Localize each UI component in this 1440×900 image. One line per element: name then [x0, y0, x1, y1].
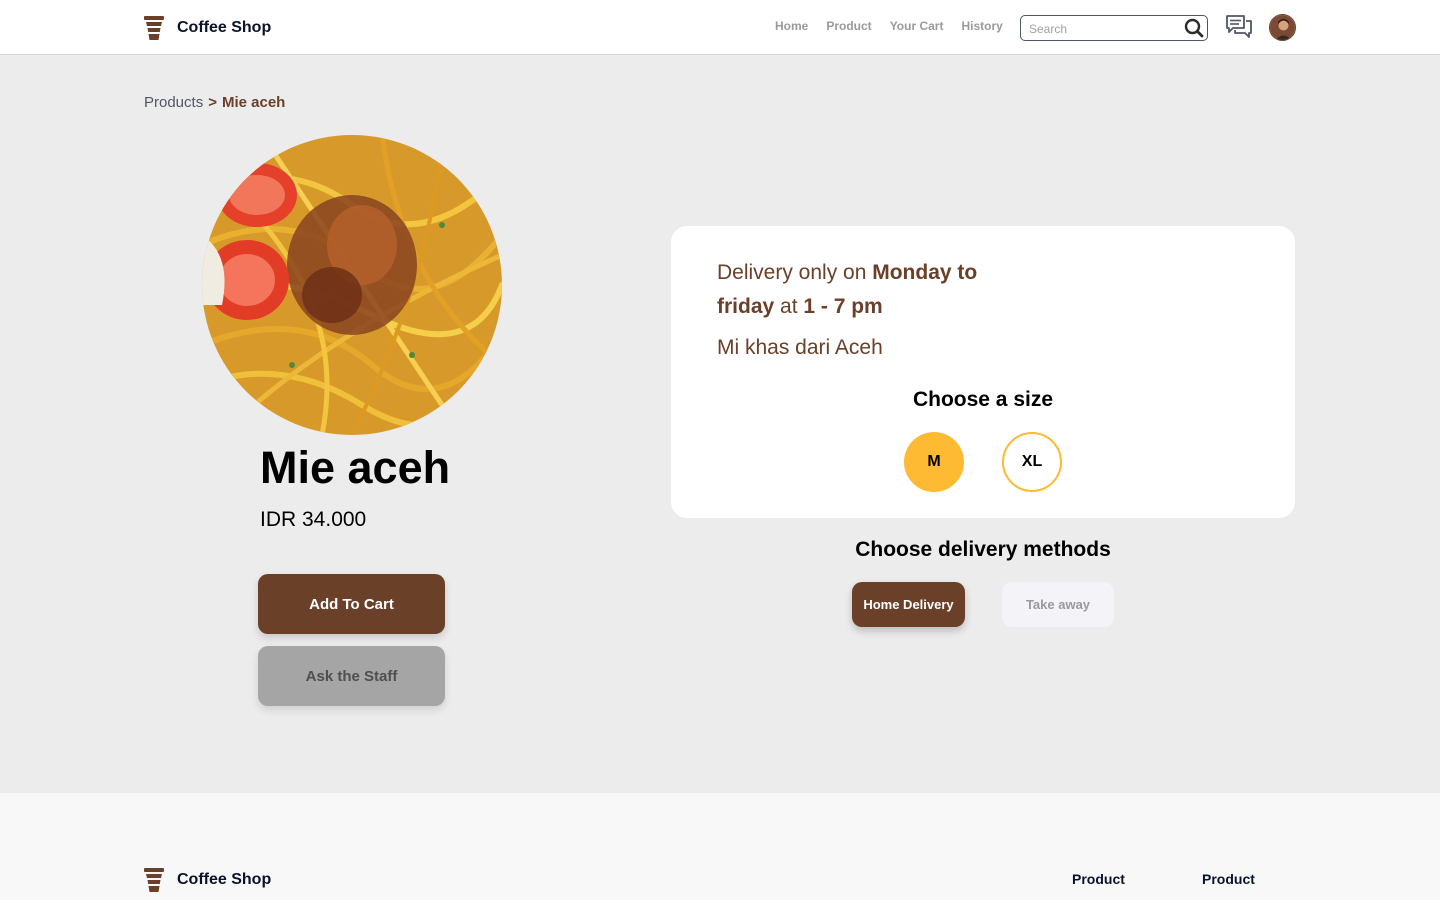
product-description: Mi khas dari Aceh — [717, 336, 883, 359]
coffee-cup-logo-icon — [144, 868, 164, 892]
nav-history[interactable]: History — [961, 19, 1002, 33]
breadcrumb-separator: > — [208, 94, 217, 111]
brand[interactable]: Coffee Shop — [143, 15, 271, 41]
take-away-button[interactable]: Take away — [1002, 582, 1114, 627]
breadcrumb-products-link[interactable]: Products — [144, 94, 203, 111]
delivery-mid: at — [774, 295, 804, 318]
footer-column-heading: Product — [1072, 871, 1125, 887]
delivery-hours: 1 - 7 pm — [803, 295, 883, 318]
breadcrumb-current: Mie aceh — [221, 94, 286, 111]
product-price: IDR 34.000 — [260, 508, 367, 531]
nav-your-cart[interactable]: Your Cart — [890, 19, 944, 33]
footer-column-heading: Product — [1202, 871, 1255, 887]
coffee-cup-logo-icon — [144, 16, 164, 40]
product-name: Mie aceh — [260, 442, 451, 493]
nav-home[interactable]: Home — [775, 19, 808, 33]
delivery-schedule: Delivery only on Monday to friday at 1 -… — [717, 256, 1037, 324]
size-option-xl[interactable]: XL — [1002, 432, 1062, 492]
add-to-cart-button[interactable]: Add To Cart — [258, 574, 445, 634]
top-navbar: Coffee Shop Home Product Your Cart Histo… — [0, 0, 1440, 55]
product-info-card: Delivery only on Monday to friday at 1 -… — [671, 226, 1295, 518]
size-option-m[interactable]: M — [904, 432, 964, 492]
breadcrumb: Products > Mie aceh — [144, 94, 285, 111]
user-avatar[interactable] — [1269, 14, 1296, 41]
product-image — [202, 135, 502, 435]
ask-staff-button[interactable]: Ask the Staff — [258, 646, 445, 706]
nav-product[interactable]: Product — [826, 19, 871, 33]
brand-name: Coffee Shop — [177, 19, 272, 36]
footer: Coffee Shop Product Product — [0, 793, 1440, 900]
delivery-title: Choose delivery methods — [855, 538, 1111, 561]
size-title: Choose a size — [912, 388, 1054, 411]
search-box — [1020, 15, 1208, 41]
delivery-prefix: Delivery only on — [717, 261, 873, 284]
chat-icon[interactable] — [1224, 13, 1254, 43]
main-nav: Home Product Your Cart History — [775, 19, 1003, 33]
footer-brand[interactable]: Coffee Shop — [143, 867, 271, 893]
search-icon[interactable] — [1183, 17, 1205, 39]
search-input[interactable] — [1029, 20, 1179, 37]
home-delivery-button[interactable]: Home Delivery — [852, 582, 965, 627]
footer-brand-name: Coffee Shop — [177, 871, 272, 888]
